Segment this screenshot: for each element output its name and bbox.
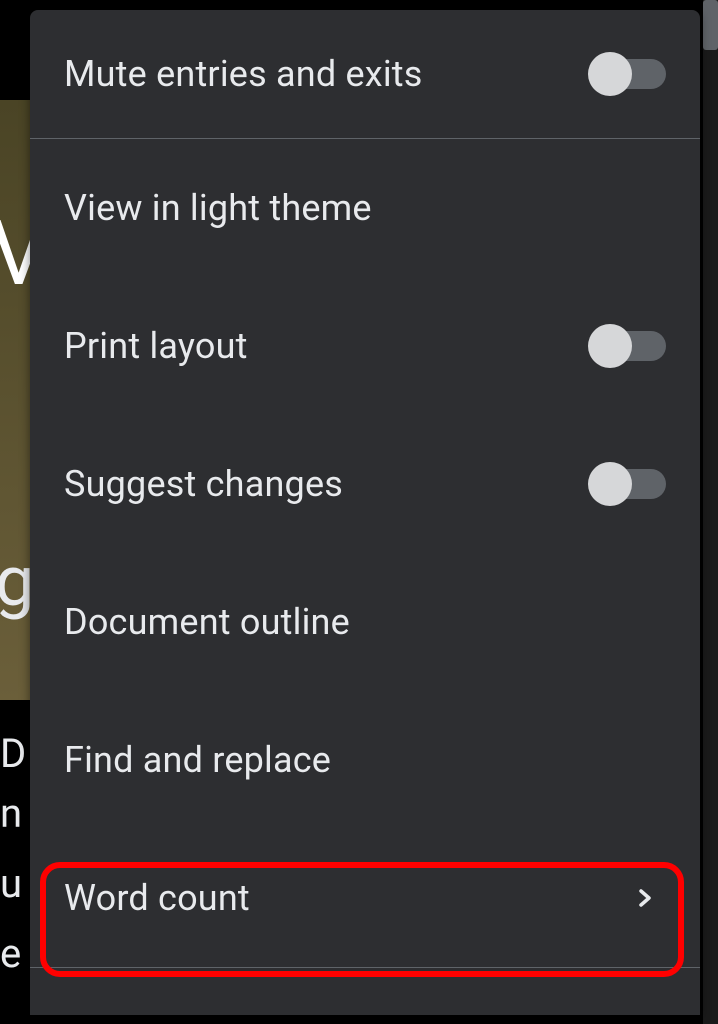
scrollbar-thumb[interactable] <box>703 0 718 50</box>
menu-label: Mute entries and exits <box>64 53 423 95</box>
toggle-print-layout[interactable] <box>590 331 666 361</box>
toggle-thumb <box>588 52 632 96</box>
menu-label: Print layout <box>64 325 248 367</box>
menu-item-find-replace[interactable]: Find and replace <box>30 691 700 829</box>
menu-item-view-light-theme[interactable]: View in light theme <box>30 139 700 277</box>
background-text: u <box>0 860 22 908</box>
menu-label: Word count <box>64 877 250 919</box>
toggle-mute-entries-exits[interactable] <box>590 59 666 89</box>
background-text: e <box>0 930 21 978</box>
menu-label: View in light theme <box>64 187 372 229</box>
divider <box>30 967 700 968</box>
settings-menu: Mute entries and exits View in light the… <box>30 10 700 1015</box>
menu-item-print-layout[interactable]: Print layout <box>30 277 700 415</box>
menu-label: Suggest changes <box>64 463 343 505</box>
menu-item-mute-entries-exits[interactable]: Mute entries and exits <box>30 10 700 138</box>
scrollbar-track[interactable] <box>703 0 718 1024</box>
toggle-thumb <box>588 462 632 506</box>
menu-label: Document outline <box>64 601 350 643</box>
background-text: n <box>0 790 22 838</box>
chevron-right-icon <box>632 886 656 910</box>
menu-item-word-count[interactable]: Word count <box>30 829 700 967</box>
menu-item-suggest-changes[interactable]: Suggest changes <box>30 415 700 553</box>
menu-label: Find and replace <box>64 739 331 781</box>
toggle-thumb <box>588 324 632 368</box>
toggle-suggest-changes[interactable] <box>590 469 666 499</box>
background-text: D <box>0 730 26 778</box>
menu-item-document-outline[interactable]: Document outline <box>30 553 700 691</box>
